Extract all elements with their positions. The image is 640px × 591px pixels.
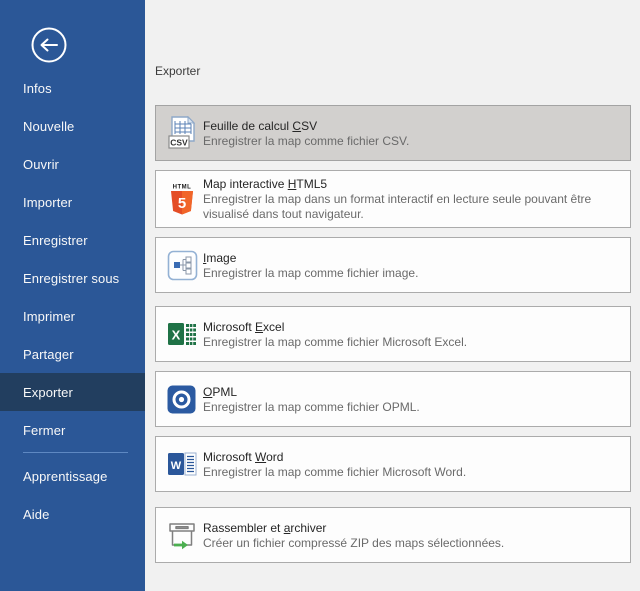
export-option-title: OPML (203, 384, 622, 400)
sidebar-item-label: Imprimer (23, 309, 75, 324)
export-option-csv[interactable]: CSV Feuille de calcul CSV Enregistrer la… (155, 105, 631, 161)
word-icon: W (167, 446, 203, 482)
page-title: Exporter (155, 64, 631, 78)
export-option-text: Microsoft Excel Enregistrer la map comme… (203, 319, 622, 350)
export-option-description: Enregistrer la map comme fichier CSV. (203, 134, 622, 149)
sidebar-item-imprimer[interactable]: Imprimer (0, 297, 145, 335)
sidebar-item-label: Ouvrir (23, 157, 59, 172)
sidebar-item-nouvelle[interactable]: Nouvelle (0, 107, 145, 145)
sidebar-menu: Infos Nouvelle Ouvrir Importer Enregistr… (0, 69, 145, 533)
export-option-image[interactable]: Image Enregistrer la map comme fichier i… (155, 237, 631, 293)
sidebar-item-ouvrir[interactable]: Ouvrir (0, 145, 145, 183)
export-option-text: Rassembler et archiver Créer un fichier … (203, 520, 622, 551)
backstage-sidebar: Infos Nouvelle Ouvrir Importer Enregistr… (0, 0, 145, 591)
sidebar-item-fermer[interactable]: Fermer (0, 411, 145, 449)
sidebar-item-enregistrer[interactable]: Enregistrer (0, 221, 145, 259)
export-option-excel[interactable]: X Microsoft Excel Enregistrer la map com… (155, 306, 631, 362)
sidebar-item-label: Enregistrer sous (23, 271, 119, 286)
export-options-list: CSV Feuille de calcul CSV Enregistrer la… (155, 105, 631, 563)
export-option-title: Rassembler et archiver (203, 520, 622, 536)
sidebar-item-label: Aide (23, 507, 49, 522)
sidebar-item-label: Infos (23, 81, 52, 96)
back-arrow-icon (31, 27, 67, 63)
export-option-text: Microsoft Word Enregistrer la map comme … (203, 449, 622, 480)
export-option-title: Feuille de calcul CSV (203, 118, 622, 134)
sidebar-item-label: Enregistrer (23, 233, 88, 248)
export-option-description: Enregistrer la map comme fichier Microso… (203, 335, 622, 350)
sidebar-item-label: Nouvelle (23, 119, 74, 134)
export-option-text: Image Enregistrer la map comme fichier i… (203, 250, 622, 281)
export-option-text: Map interactive HTML5 Enregistrer la map… (203, 176, 622, 222)
export-option-description: Enregistrer la map dans un format intera… (203, 192, 622, 222)
svg-text:W: W (171, 460, 182, 472)
export-option-description: Enregistrer la map comme fichier Microso… (203, 465, 622, 480)
export-option-title: Image (203, 250, 622, 266)
sidebar-item-label: Importer (23, 195, 72, 210)
opml-icon (167, 381, 203, 417)
sidebar-item-apprentissage[interactable]: Apprentissage (0, 457, 145, 495)
back-button[interactable] (31, 27, 67, 63)
export-option-opml[interactable]: OPML Enregistrer la map comme fichier OP… (155, 371, 631, 427)
sidebar-item-infos[interactable]: Infos (0, 69, 145, 107)
export-option-text: Feuille de calcul CSV Enregistrer la map… (203, 118, 622, 149)
svg-text:CSV: CSV (170, 138, 188, 148)
excel-icon: X (167, 316, 203, 352)
export-option-title: Microsoft Word (203, 449, 622, 465)
export-option-description: Créer un fichier compressé ZIP des maps … (203, 536, 622, 551)
sidebar-item-aide[interactable]: Aide (0, 495, 145, 533)
svg-text:X: X (172, 327, 181, 342)
sidebar-item-label: Partager (23, 347, 74, 362)
svg-text:HTML: HTML (173, 185, 192, 191)
export-option-description: Enregistrer la map comme fichier image. (203, 266, 622, 281)
sidebar-item-label: Exporter (23, 385, 73, 400)
archive-icon (167, 517, 203, 553)
export-option-word[interactable]: W Microsoft Word Enregistrer la map comm… (155, 436, 631, 492)
export-option-title: Microsoft Excel (203, 319, 622, 335)
csv-file-icon: CSV (167, 115, 203, 151)
sidebar-item-enregistrer-sous[interactable]: Enregistrer sous (0, 259, 145, 297)
export-option-archive[interactable]: Rassembler et archiver Créer un fichier … (155, 507, 631, 563)
export-option-html5[interactable]: HTML 5 Map interactive HTML5 Enregistrer… (155, 170, 631, 228)
sidebar-item-partager[interactable]: Partager (0, 335, 145, 373)
sidebar-item-importer[interactable]: Importer (0, 183, 145, 221)
sidebar-item-exporter[interactable]: Exporter (0, 373, 145, 411)
html5-icon: HTML 5 (167, 181, 203, 217)
sidebar-item-label: Apprentissage (23, 469, 107, 484)
image-file-icon (167, 247, 203, 283)
export-panel: Exporter CSV Feuille de calcul CSV Enre (145, 0, 640, 591)
svg-text:5: 5 (178, 195, 186, 212)
export-option-title: Map interactive HTML5 (203, 176, 622, 192)
export-option-text: OPML Enregistrer la map comme fichier OP… (203, 384, 622, 415)
export-option-description: Enregistrer la map comme fichier OPML. (203, 400, 622, 415)
sidebar-item-label: Fermer (23, 423, 66, 438)
sidebar-separator (23, 452, 128, 453)
